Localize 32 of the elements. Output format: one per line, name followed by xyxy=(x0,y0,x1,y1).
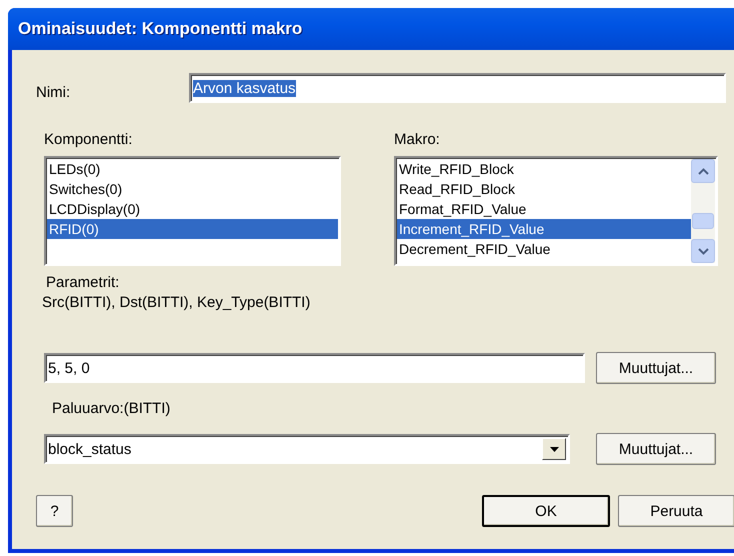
list-item[interactable]: Format_RFID_Value xyxy=(397,199,691,219)
name-field[interactable]: Arvon kasvatus xyxy=(189,73,726,103)
cancel-button[interactable]: Peruuta xyxy=(618,495,734,527)
name-label: Nimi: xyxy=(36,84,72,100)
scroll-thumb[interactable] xyxy=(692,213,714,229)
list-item[interactable]: LEDs(0) xyxy=(47,159,338,179)
list-item[interactable]: RFID(0) xyxy=(47,219,338,239)
macro-list[interactable]: Write_RFID_Block Read_RFID_Block Format_RFID_Value Increment_RFID_Value Decrement_RFID_Value xyxy=(394,156,718,266)
dropdown-button[interactable] xyxy=(542,438,566,460)
list-item[interactable]: Increment_RFID_Value xyxy=(397,219,691,239)
list-item[interactable]: LCDDisplay(0) xyxy=(47,199,338,219)
parameters-label: Parametrit: xyxy=(46,274,120,291)
return-value-label: Paluuarvo:(BITTI) xyxy=(52,400,172,417)
macro-label: Makro: xyxy=(394,131,441,148)
list-item[interactable]: Decrement_RFID_Value xyxy=(397,239,691,259)
dropdown-arrow-icon xyxy=(550,446,558,452)
ok-button[interactable]: OK xyxy=(482,495,610,527)
variables-button[interactable]: Muuttujat... xyxy=(596,352,716,384)
window-title: Ominaisuudet: Komponentti makro xyxy=(18,19,302,39)
list-item[interactable]: Read_RFID_Block xyxy=(397,179,691,199)
scroll-down-button[interactable] xyxy=(691,239,715,263)
parameters-field[interactable]: 5, 5, 0 xyxy=(44,353,585,383)
variables-button[interactable]: Muuttujat... xyxy=(596,433,716,465)
return-value-combo[interactable]: block_status xyxy=(44,434,570,464)
help-button[interactable]: ? xyxy=(36,495,73,527)
parameters-signature: Src(BITTI), Dst(BITTI), Key_Type(BITTI) xyxy=(42,294,312,311)
scrollbar[interactable] xyxy=(691,159,715,263)
component-label: Komponentti: xyxy=(44,131,134,148)
scroll-up-button[interactable] xyxy=(691,159,715,183)
component-list[interactable]: LEDs(0) Switches(0) LCDDisplay(0) RFID(0) xyxy=(44,156,341,266)
list-item[interactable]: Write_RFID_Block xyxy=(397,159,691,179)
list-item[interactable]: Switches(0) xyxy=(47,179,338,199)
